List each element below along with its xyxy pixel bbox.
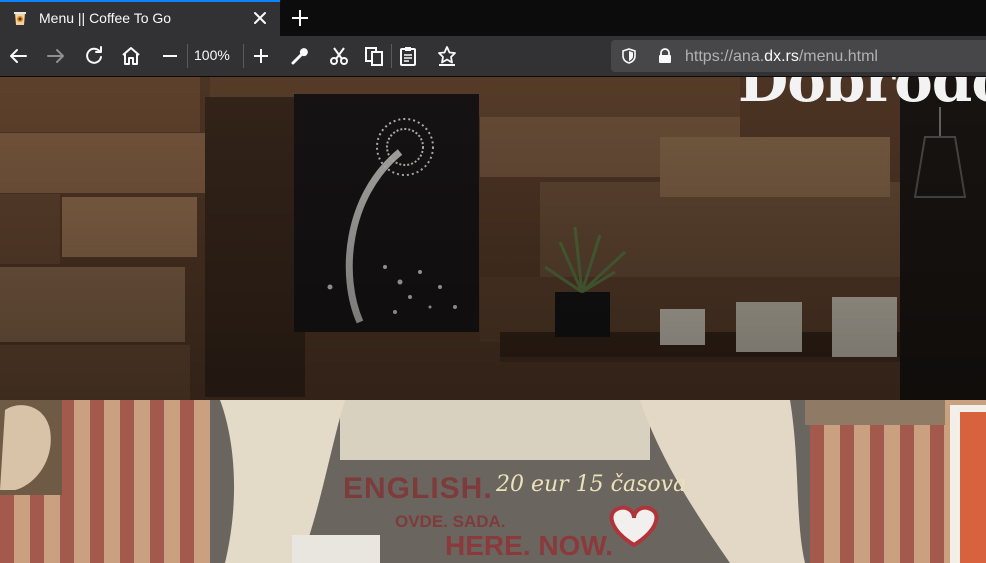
minus-icon xyxy=(163,55,177,57)
customize-button[interactable] xyxy=(288,44,312,68)
bookmark-manager-button[interactable] xyxy=(435,44,459,68)
home-button[interactable] xyxy=(119,44,143,68)
close-tab-icon[interactable] xyxy=(250,8,270,28)
back-arrow-icon xyxy=(10,49,27,63)
copy-button[interactable] xyxy=(362,44,386,68)
zoom-in-button[interactable] xyxy=(249,44,273,68)
wrench-icon xyxy=(291,48,308,65)
url-domain: dx.rs xyxy=(764,48,799,65)
scissors-icon xyxy=(330,47,348,65)
coffee-cup-favicon-icon xyxy=(14,12,26,25)
clipboard-icon xyxy=(400,47,416,66)
edit-separator xyxy=(391,44,392,68)
back-button[interactable] xyxy=(6,44,30,68)
zoom-level[interactable]: 100% xyxy=(194,47,230,63)
navigation-toolbar: 100% https://ana.dx.rs/menu.html xyxy=(0,36,986,77)
star-tray-icon xyxy=(438,46,456,66)
forward-button[interactable] xyxy=(44,44,68,68)
new-tab-icon[interactable] xyxy=(288,6,312,30)
welcome-heading: Dobrodo xyxy=(738,77,986,115)
cut-button[interactable] xyxy=(327,44,351,68)
copy-icon xyxy=(365,47,383,66)
url-bar[interactable]: https://ana.dx.rs/menu.html xyxy=(611,40,986,72)
hero-image-coffee-shop-window: ENGLISH. OVDE. SADA. HERE. NOW. 20 eur 1… xyxy=(0,400,986,563)
window-sign-price: 20 eur 15 časova xyxy=(496,472,687,497)
tab-strip: Menu || Coffee To Go xyxy=(0,0,986,36)
window-sign-ovde-sada: OVDE. SADA. xyxy=(395,512,506,531)
tab-accent-line xyxy=(0,0,280,2)
window-sign-english: ENGLISH. xyxy=(343,472,493,505)
page-content: Dobrodo ENGLISH. OVDE. SADA. HERE. NOW. … xyxy=(0,77,986,563)
lock-icon[interactable] xyxy=(656,47,674,65)
reload-icon xyxy=(86,46,102,64)
tab-title: Menu || Coffee To Go xyxy=(39,10,172,26)
hero-image-wood-wall: Dobrodo xyxy=(0,77,986,400)
window-sign-here-now: HERE. NOW. xyxy=(445,530,614,561)
home-icon xyxy=(122,47,140,65)
url-prefix: https://ana. xyxy=(685,48,765,65)
active-tab[interactable]: Menu || Coffee To Go xyxy=(0,0,280,36)
plus-icon xyxy=(254,49,268,63)
zoom-out-button[interactable] xyxy=(158,44,182,68)
forward-arrow-icon xyxy=(47,49,64,63)
reload-button[interactable] xyxy=(82,44,106,68)
url-path: /menu.html xyxy=(798,48,878,65)
paste-button[interactable] xyxy=(396,44,420,68)
url-text[interactable]: https://ana.dx.rs/menu.html xyxy=(685,48,878,66)
zoom-separator-left xyxy=(187,44,188,68)
wood-wall-illustration xyxy=(0,77,986,400)
tracking-shield-icon[interactable] xyxy=(620,47,638,65)
zoom-separator-right xyxy=(243,44,244,68)
